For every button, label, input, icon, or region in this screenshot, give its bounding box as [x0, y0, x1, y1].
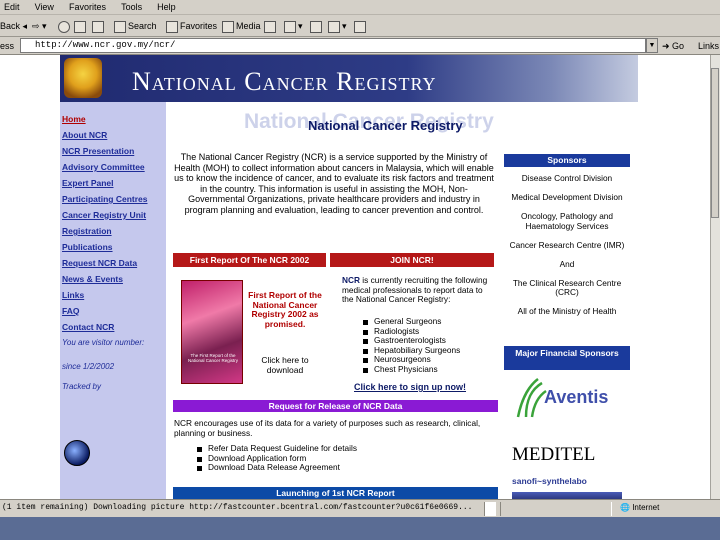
forward-button[interactable]: ⇨ ▾ [32, 18, 47, 34]
media-icon [222, 20, 234, 33]
print-icon[interactable] [310, 18, 324, 34]
list-item: Chest Physicians [362, 364, 492, 375]
banner-title: National Cancer Registry [132, 67, 437, 96]
nav-registration[interactable]: Registration [62, 226, 112, 236]
media-label: Media [236, 21, 261, 31]
ncr-lead: NCR [342, 275, 360, 285]
favorites-button[interactable]: Favorites [166, 18, 217, 34]
status-text: (1 item remaining) Downloading picture h… [2, 503, 473, 512]
menu-bar: Edit View Favorites Tools Help [0, 0, 720, 15]
menu-edit[interactable]: Edit [4, 0, 20, 15]
since-label: since 1/2/2002 [62, 362, 115, 371]
address-input[interactable]: http://www.ncr.gov.my/ncr/ [20, 38, 646, 53]
menu-favorites[interactable]: Favorites [69, 0, 106, 15]
nav-about-ncr[interactable]: About NCR [62, 130, 107, 140]
site-banner: National Cancer Registry [60, 55, 638, 102]
sponsors-header: Sponsors [504, 154, 630, 167]
search-icon [114, 20, 126, 33]
launch-report-bar: Launching of 1st NCR Report [173, 487, 498, 499]
nav-advisory-committee[interactable]: Advisory Committee [62, 162, 145, 172]
zone-label: Internet [632, 503, 660, 512]
sponsors-list: Disease Control Division Medical Develop… [509, 173, 625, 316]
recruitment-list: General Surgeons Radiologists Gastroente… [362, 316, 492, 375]
back-label: Back [0, 21, 21, 31]
join-ncr-bar: JOIN NCR! [330, 253, 494, 267]
search-button[interactable]: Search [114, 18, 157, 34]
media-button[interactable]: Media [222, 18, 261, 34]
release-agreement-link[interactable]: Download Data Release Agreement [196, 462, 476, 473]
edit-icon[interactable]: ▾ [328, 18, 347, 34]
address-label: ess [0, 41, 15, 51]
meditel-logo[interactable]: MEDITEL [512, 444, 595, 466]
status-panel [500, 502, 612, 516]
data-release-paragraph: NCR encourages use of its data for a var… [174, 418, 481, 438]
page-title: National Cancer Registry [308, 118, 463, 133]
financial-sponsors-header: Major Financial Sponsors [504, 346, 630, 370]
nav-faq[interactable]: FAQ [62, 306, 79, 316]
menu-view[interactable]: View [35, 0, 54, 15]
signup-link[interactable]: Click here to sign up now! [354, 382, 466, 392]
menu-help[interactable]: Help [157, 0, 176, 15]
aventis-logo-text: Aventis [544, 387, 609, 407]
visitor-counter-label: You are visitor number: [62, 338, 145, 347]
favorites-label: Favorites [180, 21, 218, 31]
first-report-text: First Report of the National Cancer Regi… [248, 290, 322, 329]
nav-contact-ncr[interactable]: Contact NCR [62, 322, 114, 332]
links-button[interactable]: Links [698, 39, 719, 53]
back-button[interactable]: Back ◂ [0, 18, 27, 34]
nav-request-ncr-data[interactable]: Request NCR Data [62, 258, 137, 268]
nav-home[interactable]: Home [62, 114, 86, 124]
first-report-bar: First Report Of The NCR 2002 [173, 253, 326, 267]
intro-paragraph: The National Cancer Registry (NCR) is a … [174, 152, 494, 215]
toolbar: Back ◂ ⇨ ▾ Search Favorites Media ▾ ▾ [0, 15, 720, 37]
status-bar: (1 item remaining) Downloading picture h… [0, 499, 720, 517]
refresh-icon[interactable] [74, 18, 88, 34]
nav-ncr-presentation[interactable]: NCR Presentation [62, 146, 134, 156]
main-content: National Cancer Registry National Cancer… [166, 102, 638, 499]
nav-links[interactable]: Links [62, 290, 84, 300]
report-cover-text: The First Report of the National Cancer … [187, 353, 239, 363]
home-icon[interactable] [92, 18, 106, 34]
taskbar [0, 517, 720, 540]
sponsor-logo-partial [512, 492, 622, 499]
scrollbar-thumb[interactable] [711, 68, 719, 218]
discuss-icon[interactable] [354, 18, 368, 34]
nav-news-events[interactable]: News & Events [62, 274, 123, 284]
menu-tools[interactable]: Tools [121, 0, 142, 15]
search-label: Search [128, 21, 157, 31]
tracker-globe-icon[interactable] [64, 440, 90, 466]
sanofi-logo[interactable]: sanofi~synthelabo [512, 476, 587, 486]
favorites-icon [166, 20, 178, 33]
go-label: Go [672, 41, 685, 51]
download-report-link[interactable]: Click here to download [248, 355, 322, 375]
address-dropdown-icon[interactable]: ▼ [646, 38, 658, 53]
recruitment-text: is currently recruiting the following me… [342, 275, 488, 304]
malaysia-crest-logo [64, 58, 102, 98]
recruitment-paragraph: NCR is currently recruiting the followin… [342, 275, 490, 305]
left-navigation: Home About NCR NCR Presentation Advisory… [60, 102, 166, 499]
nav-expert-panel[interactable]: Expert Panel [62, 178, 114, 188]
address-bar: ess http://www.ncr.gov.my/ncr/ ▼ ➜ Go Li… [0, 37, 720, 55]
nav-cancer-registry-unit[interactable]: Cancer Registry Unit [62, 210, 146, 220]
go-button[interactable]: ➜ Go [662, 39, 684, 53]
history-icon[interactable] [264, 18, 278, 34]
stop-icon[interactable] [58, 18, 72, 34]
page-viewport: National Cancer Registry Home About NCR … [0, 55, 710, 499]
first-report-cover-image[interactable]: The First Report of the National Cancer … [181, 280, 243, 384]
nav-participating-centres[interactable]: Participating Centres [62, 194, 148, 204]
data-release-bar: Request for Release of NCR Data [173, 400, 498, 412]
nav-publications[interactable]: Publications [62, 242, 113, 252]
data-release-list: Refer Data Request Guideline for details… [196, 443, 476, 473]
mail-icon[interactable]: ▾ [284, 18, 303, 34]
tracked-by-label: Tracked by [62, 382, 101, 391]
status-progress-box [484, 502, 496, 516]
internet-zone: 🌐 Internet [620, 503, 660, 512]
